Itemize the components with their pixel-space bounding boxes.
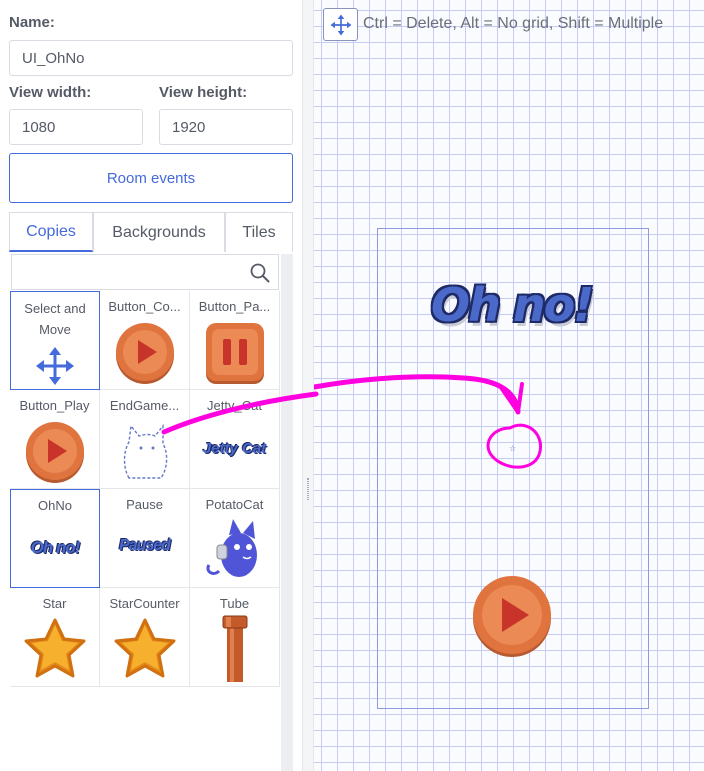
template-star[interactable]: Star (10, 588, 100, 687)
template-button-play[interactable]: Button_Play (10, 390, 100, 489)
oh-no-text: Oh no! (30, 538, 81, 557)
paused-text: Paused (119, 537, 171, 554)
star-icon (24, 618, 85, 678)
template-name: Button_Play (19, 398, 90, 413)
panel-resize-handle[interactable] (302, 0, 314, 771)
template-ohno[interactable]: OhNo Oh no! (10, 489, 100, 588)
template-name: Button_Pa... (198, 299, 271, 314)
view-height-field[interactable]: 1920 (159, 109, 293, 145)
template-select-and-move[interactable]: Select and Move (10, 291, 100, 390)
template-name: Star (42, 596, 67, 611)
template-name: Select and Move (24, 301, 86, 337)
view-width-label: View width: (9, 84, 92, 101)
template-button-continue[interactable]: Button_Co... (100, 291, 190, 390)
template-name: Pause (126, 497, 163, 512)
template-button-pause[interactable]: Button_Pa... (190, 291, 280, 390)
annotation-arrow-overlay (314, 374, 542, 469)
properties-panel: Name: UI_OhNo View width: 1080 View heig… (0, 0, 302, 771)
pause-button-icon (205, 323, 264, 384)
move-arrows-icon (36, 347, 74, 385)
template-name: PotatoCat (205, 497, 264, 512)
tube-pipe-icon (222, 615, 247, 682)
potato-cat-icon (206, 519, 257, 577)
star-icon (114, 618, 175, 678)
template-name: StarCounter (109, 596, 180, 611)
drag-grip-icon (307, 478, 309, 500)
template-grid: Select and Move Button_Co... Button_Pa..… (10, 291, 280, 687)
play-button-icon (25, 422, 84, 483)
tab-tiles[interactable]: Tiles (225, 212, 293, 252)
search-input[interactable] (11, 254, 279, 290)
room-events-button[interactable]: Room events (9, 153, 293, 203)
template-name: Tube (219, 596, 250, 611)
room-canvas[interactable]: Ctrl = Delete, Alt = No grid, Shift = Mu… (314, 0, 704, 771)
view-width-field[interactable]: 1080 (9, 109, 143, 145)
template-tube[interactable]: Tube (190, 588, 280, 687)
template-pause[interactable]: Pause Paused (100, 489, 190, 588)
search-icon[interactable] (250, 263, 270, 283)
panel-tabs: Copies Backgrounds Tiles (9, 212, 293, 252)
play-button-icon (115, 323, 174, 384)
template-name: Button_Co... (108, 299, 181, 314)
tab-copies[interactable]: Copies (9, 212, 93, 252)
template-star-counter[interactable]: StarCounter (100, 588, 190, 687)
annotation-arrow-tail (161, 391, 319, 435)
jetty-cat-logo: Jetty Cat (202, 440, 267, 457)
view-height-label: View height: (159, 84, 248, 101)
tab-backgrounds[interactable]: Backgrounds (93, 212, 225, 252)
name-label: Name: (9, 14, 55, 31)
template-list-scrollbar[interactable] (281, 254, 293, 771)
room-name-field[interactable]: UI_OhNo (9, 40, 293, 76)
template-name: OhNo (38, 498, 72, 513)
template-potato-cat[interactable]: PotatoCat (190, 489, 280, 588)
